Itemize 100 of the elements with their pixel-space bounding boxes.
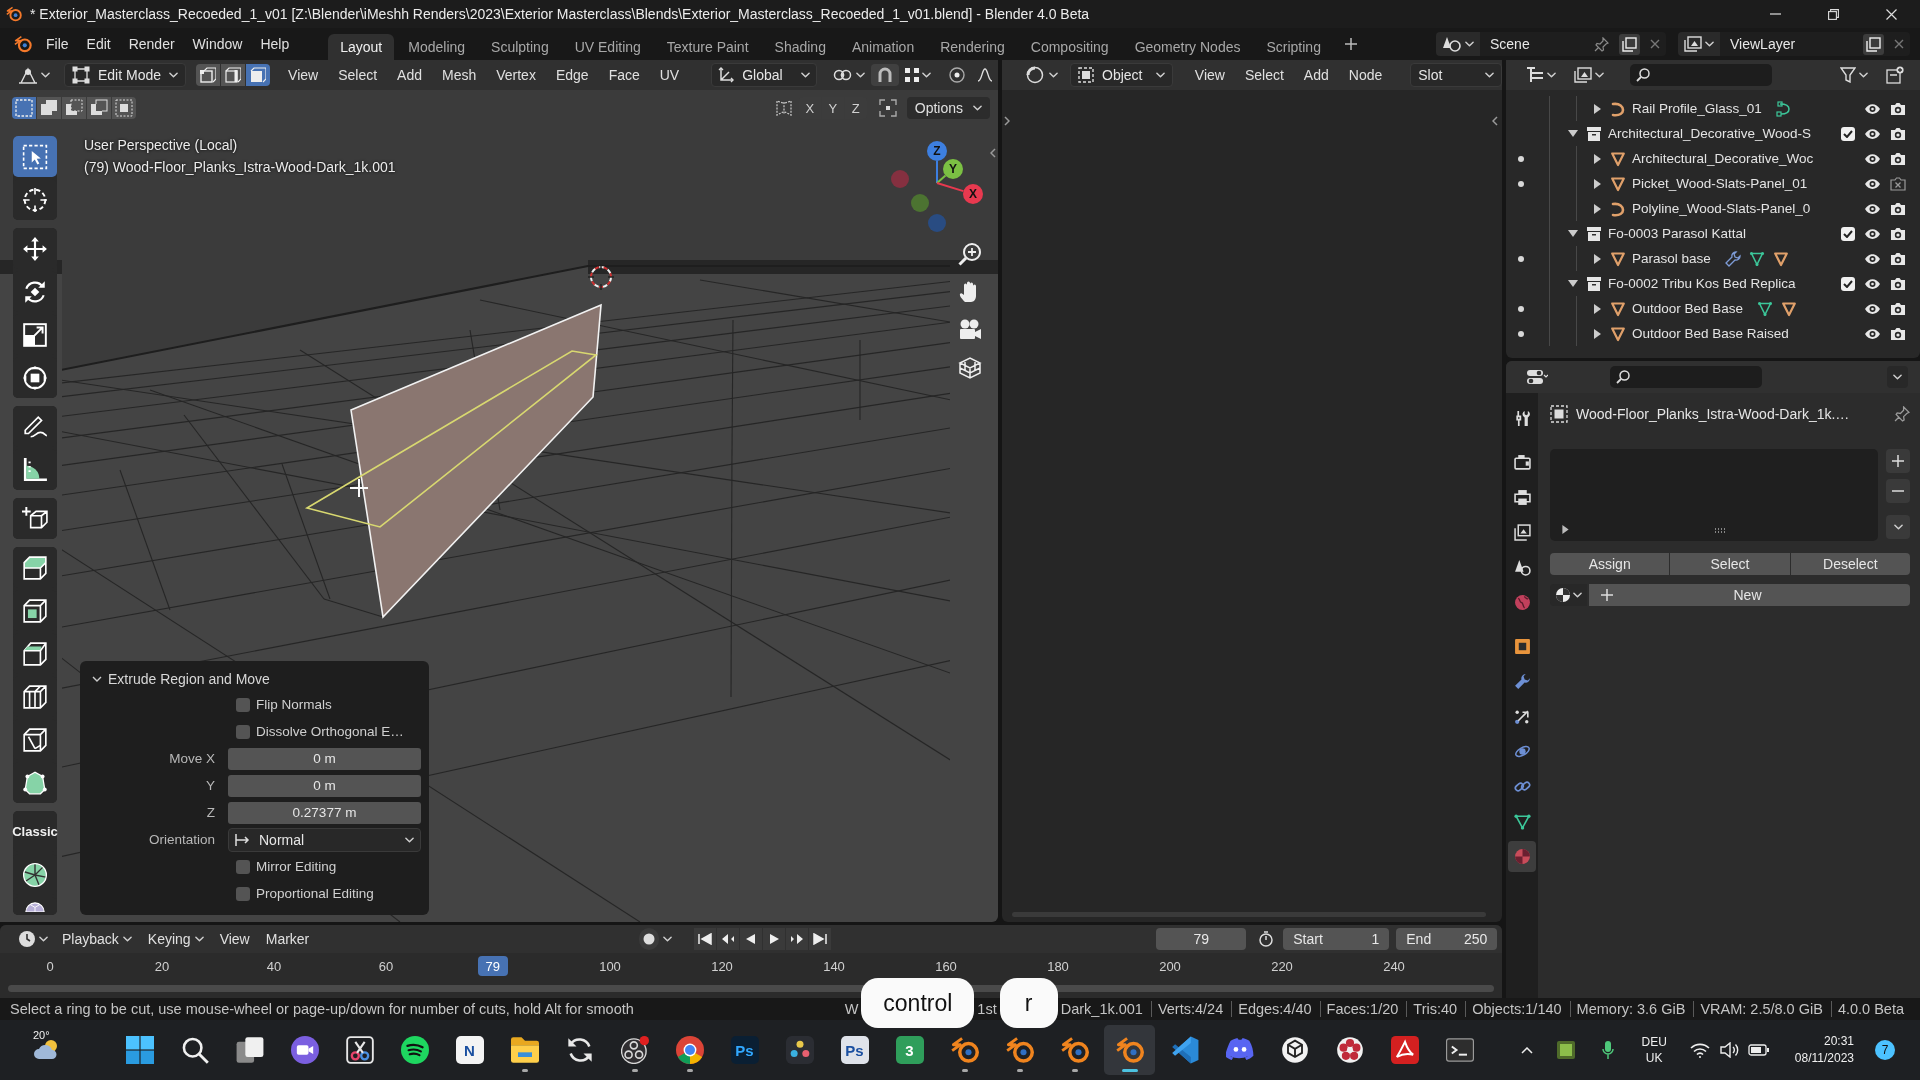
search-field[interactable]: [1610, 366, 1762, 388]
negative-axis-handle[interactable]: [911, 194, 929, 212]
outliner-item-name[interactable]: Architectural_Decorative_Woc: [1632, 151, 1814, 166]
start-frame-field[interactable]: Start 1: [1283, 928, 1390, 950]
outliner-item-name[interactable]: Outdoor Bed Base Raised: [1632, 326, 1789, 341]
select-mode-button[interactable]: [246, 64, 271, 86]
options-dropdown[interactable]: [1887, 366, 1908, 388]
number-field[interactable]: 0.27377 m: [228, 801, 421, 824]
edit-mode-dot[interactable]: [1518, 305, 1524, 312]
menu-item[interactable]: Face: [598, 67, 650, 83]
outliner-item-name[interactable]: Fo-0002 Tribu Kos Bed Replica: [1608, 276, 1796, 291]
slot-menu-button[interactable]: [1886, 515, 1910, 539]
square-tile-icon[interactable]: [1556, 1040, 1577, 1060]
workspace-tab[interactable]: Layout: [328, 34, 395, 60]
grid-icon[interactable]: [958, 356, 982, 380]
eye-icon[interactable]: [1864, 227, 1881, 240]
select-mode-button[interactable]: [221, 64, 246, 86]
taskbar-button[interactable]: Ps: [719, 1025, 770, 1075]
outliner-item-name[interactable]: Picket_Wood-Slats-Panel_01: [1632, 176, 1808, 191]
resize-grip-icon[interactable]: [1714, 528, 1726, 533]
eye-icon[interactable]: [1864, 102, 1881, 115]
edit-mode-dot[interactable]: [1518, 330, 1524, 337]
clock-button[interactable]: 20:31 08/11/2023: [1794, 1033, 1854, 1067]
object-type-dropdown[interactable]: Object: [1070, 63, 1173, 87]
camera-icon[interactable]: [1890, 326, 1906, 341]
wrench-icon[interactable]: [1724, 250, 1741, 267]
next-keyframe-icon[interactable]: [790, 933, 805, 945]
workspace-tab[interactable]: Modeling: [396, 34, 478, 60]
orientation-dropdown[interactable]: Normal: [228, 827, 421, 852]
workspace-tab[interactable]: Shading: [762, 34, 838, 60]
playhead[interactable]: 79: [477, 956, 508, 976]
box-mode-button[interactable]: [37, 97, 61, 119]
camera-icon[interactable]: [1890, 276, 1906, 291]
new-material-button[interactable]: New: [1589, 584, 1910, 606]
add-cube-tool[interactable]: [13, 498, 57, 539]
menu-item[interactable]: View: [278, 67, 329, 83]
box-mode-button[interactable]: [87, 97, 111, 119]
wifi-icon[interactable]: [1689, 1042, 1710, 1058]
menu-item[interactable]: Render: [119, 33, 184, 55]
menu-item[interactable]: Keying: [139, 931, 212, 947]
previous-keyframe-icon[interactable]: [721, 933, 736, 945]
number-field[interactable]: 0 m: [228, 747, 421, 770]
triangle-material-icon[interactable]: [1781, 300, 1798, 317]
panel-title[interactable]: Extrude Region and Move: [108, 671, 270, 687]
menu-item[interactable]: Edge: [545, 67, 599, 83]
orientation-dropdown[interactable]: Global: [711, 63, 817, 87]
notification-count[interactable]: 7: [1875, 1040, 1895, 1060]
workspace-tab[interactable]: Compositing: [1018, 34, 1121, 60]
menu-item[interactable]: Help: [251, 33, 299, 55]
checkbox[interactable]: [1841, 126, 1855, 141]
end-frame-field[interactable]: End 250: [1396, 928, 1498, 950]
expand-right-icon[interactable]: [1593, 178, 1601, 189]
mode-dropdown[interactable]: Edit Mode: [64, 63, 187, 87]
camera-icon[interactable]: [1890, 101, 1906, 116]
selected-face[interactable]: [350, 303, 602, 619]
triangle-material-icon[interactable]: [1772, 250, 1789, 267]
expand-down-icon[interactable]: [1568, 230, 1578, 237]
workspace-tab[interactable]: Rendering: [928, 34, 1017, 60]
workspace-tab[interactable]: Texture Paint: [654, 34, 761, 60]
menu-item[interactable]: Add: [387, 67, 432, 83]
axis-handle[interactable]: Z: [927, 141, 947, 161]
camera-icon[interactable]: [1890, 226, 1906, 241]
box-mode-button[interactable]: [112, 97, 136, 119]
taskbar-button[interactable]: N: [444, 1025, 495, 1075]
menu-item[interactable]: UV: [649, 67, 690, 83]
chevron-left-icon[interactable]: [990, 148, 996, 158]
checkbox[interactable]: [236, 886, 250, 901]
snap-toggle[interactable]: [870, 64, 899, 86]
zoom-icon[interactable]: [958, 242, 982, 266]
number-field[interactable]: 0 m: [228, 774, 421, 797]
current-frame-field[interactable]: 79: [1156, 928, 1247, 950]
slot-action-button[interactable]: Assign: [1550, 553, 1670, 575]
movie-camera-icon[interactable]: [958, 318, 982, 342]
speaker-icon[interactable]: [1719, 1042, 1740, 1058]
negative-axis-handle[interactable]: [928, 214, 946, 232]
view-layer-browse-button[interactable]: [1678, 32, 1720, 56]
taskbar-button[interactable]: Ps: [829, 1025, 880, 1075]
outliner-item-name[interactable]: Fo-0003 Parasol Kattal: [1608, 226, 1747, 241]
mesh-data-icon[interactable]: [1748, 250, 1765, 267]
curve-data-icon[interactable]: [1775, 100, 1792, 117]
expand-right-icon[interactable]: [1593, 253, 1601, 264]
battery-icon[interactable]: [1747, 1043, 1770, 1057]
slot-action-button[interactable]: Select: [1670, 553, 1790, 575]
camera-icon[interactable]: [1890, 126, 1906, 141]
select-tool[interactable]: [13, 136, 57, 177]
scene-browse-button[interactable]: [1436, 32, 1480, 56]
menu-item[interactable]: View: [211, 931, 258, 947]
expand-down-icon[interactable]: [1568, 280, 1578, 287]
chevron-down-icon[interactable]: [92, 674, 102, 684]
workspace-tab[interactable]: Scripting: [1254, 34, 1333, 60]
search-field[interactable]: [1630, 64, 1772, 86]
axis-handle[interactable]: X: [963, 184, 983, 204]
restore-icon[interactable]: [1827, 8, 1839, 20]
plus-icon[interactable]: [1344, 38, 1357, 50]
menu-item[interactable]: Marker: [257, 931, 318, 947]
options-dropdown[interactable]: Options: [906, 97, 990, 119]
eye-icon[interactable]: [1864, 152, 1881, 165]
expand-right-icon[interactable]: [1593, 103, 1601, 114]
expand-right-icon[interactable]: [1593, 328, 1601, 339]
browse-material-button[interactable]: [1550, 584, 1587, 606]
